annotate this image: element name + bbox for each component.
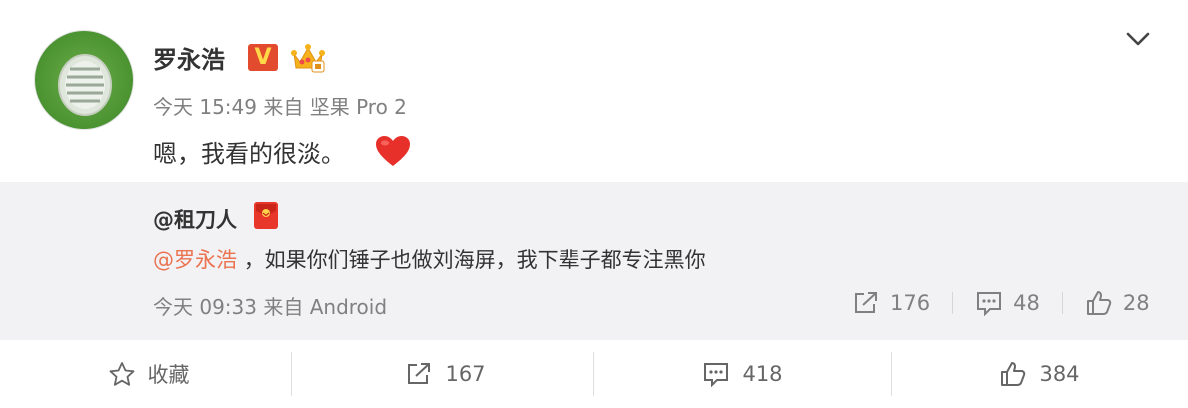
like-icon [1086, 291, 1112, 315]
verified-v-icon[interactable]: V [248, 44, 278, 71]
heart-emoji-icon [376, 136, 410, 166]
share-icon [855, 292, 877, 313]
repost-author[interactable]: @租刀人 [153, 204, 237, 234]
post-time[interactable]: 今天 15:49 [153, 95, 257, 119]
weibo-post-card: 罗永浩 V 今天 15:49 来自 坚果 Pro 2 嗯，我看的很淡。 @租刀人 [0, 0, 1188, 408]
repost-block[interactable]: @租刀人 @罗永浩 ，如果你们锤子也做刘海屏，我下辈子都专注黑你 今天 09:3… [0, 182, 1188, 340]
post-source[interactable]: 坚果 Pro 2 [310, 95, 407, 119]
divider [891, 352, 892, 396]
repost-source-prefix: 来自 [263, 295, 304, 319]
repost-actions: 176 48 28 [852, 285, 1150, 321]
like-button[interactable]: 384 [891, 340, 1188, 408]
author-name[interactable]: 罗永浩 [153, 40, 225, 75]
repost-time[interactable]: 今天 09:33 [153, 295, 257, 319]
comment-button[interactable]: 418 [594, 340, 891, 408]
comment-icon [704, 363, 729, 387]
like-icon [1001, 362, 1026, 386]
divider [291, 352, 292, 396]
red-packet-icon[interactable] [254, 202, 278, 229]
repost-body: ，如果你们锤子也做刘海屏，我下辈子都专注黑你 [243, 248, 706, 272]
repost-share-count: 176 [890, 291, 931, 315]
crown-member-icon[interactable] [290, 40, 326, 74]
divider [593, 352, 594, 396]
post-text: 嗯，我看的很淡。 [153, 140, 345, 168]
repost-source[interactable]: Android [310, 295, 387, 319]
favorite-label: 收藏 [147, 363, 190, 387]
repost-meta: 今天 09:33 来自 Android [153, 291, 387, 320]
mention-link[interactable]: @罗永浩 [153, 248, 237, 272]
share-count: 167 [445, 362, 486, 386]
divider [1061, 292, 1063, 314]
star-icon [109, 362, 134, 386]
post-meta: 今天 15:49 来自 坚果 Pro 2 [153, 91, 407, 120]
repost-share-button[interactable]: 176 [852, 290, 930, 316]
comment-icon [977, 292, 1002, 316]
share-icon [408, 363, 431, 384]
source-prefix: 来自 [263, 95, 304, 119]
repost-comment-count: 48 [1013, 291, 1040, 315]
chevron-down-icon[interactable] [1124, 28, 1152, 50]
post-action-bar: 收藏 167 418 384 [0, 340, 1188, 408]
share-button[interactable]: 167 [297, 340, 594, 408]
divider [952, 292, 954, 314]
avatar[interactable] [34, 30, 134, 130]
repost-comment-button[interactable]: 48 [975, 290, 1040, 316]
repost-like-count: 28 [1122, 291, 1150, 315]
like-count: 384 [1039, 362, 1080, 386]
favorite-button[interactable]: 收藏 [0, 340, 297, 408]
comment-count: 418 [742, 362, 783, 386]
repost-like-button[interactable]: 28 [1085, 290, 1150, 316]
repost-text: @罗永浩 ，如果你们锤子也做刘海屏，我下辈子都专注黑你 [153, 244, 706, 274]
